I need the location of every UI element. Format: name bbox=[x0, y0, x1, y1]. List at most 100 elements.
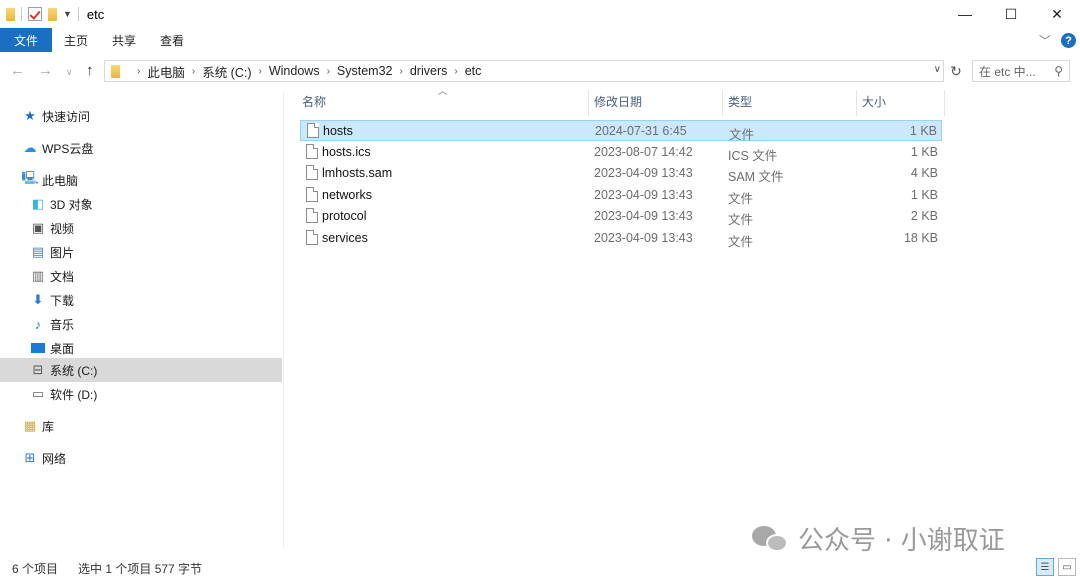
tab-home[interactable]: 主页 bbox=[52, 28, 100, 52]
chevron-right-icon: › bbox=[137, 65, 141, 77]
file-date: 2023-04-09 13:43 bbox=[594, 209, 693, 223]
up-arrow-icon[interactable]: ↑ bbox=[86, 62, 94, 79]
sidebar-item-label: 桌面 bbox=[50, 341, 75, 356]
sidebar-item-network[interactable]: ⊞ 网络 bbox=[0, 446, 282, 470]
properties-icon[interactable] bbox=[28, 7, 42, 21]
column-divider[interactable] bbox=[944, 90, 945, 116]
file-type: SAM 文件 bbox=[728, 170, 784, 184]
chevron-right-icon[interactable]: › bbox=[454, 66, 457, 77]
column-header-date[interactable]: 修改日期 bbox=[588, 88, 722, 114]
quick-access-toolbar: ▼ bbox=[0, 7, 79, 21]
breadcrumb: › 此电脑 › 系统 (C:) › Windows › System32 › d… bbox=[130, 62, 481, 81]
customize-toolbar-icon[interactable]: ▼ bbox=[63, 9, 72, 19]
table-row[interactable]: hosts 2024-07-31 6:45 文件 1 KB bbox=[300, 120, 942, 142]
column-header-type[interactable]: 类型 bbox=[722, 88, 856, 114]
table-row[interactable]: networks 2023-04-09 13:43 文件 1 KB bbox=[300, 185, 942, 206]
column-header-name[interactable]: 名称 bbox=[296, 88, 588, 114]
sidebar-item-quick-access[interactable]: ★ 快速访问 bbox=[0, 104, 282, 128]
file-size: 2 KB bbox=[910, 209, 938, 223]
chevron-right-icon[interactable]: › bbox=[259, 66, 262, 77]
download-icon: ⬇ bbox=[32, 292, 44, 307]
star-icon: ★ bbox=[24, 108, 36, 123]
cloud-icon: ☁ bbox=[23, 140, 37, 155]
wechat-icon bbox=[752, 524, 790, 554]
chevron-right-icon[interactable]: › bbox=[327, 66, 330, 77]
sidebar-item-label: 网络 bbox=[42, 451, 67, 466]
tab-view[interactable]: 查看 bbox=[148, 28, 196, 52]
sidebar-item-label: 3D 对象 bbox=[50, 197, 93, 212]
file-size: 1 KB bbox=[910, 188, 938, 202]
file-name: protocol bbox=[322, 209, 367, 223]
large-icons-view-icon[interactable]: ▭ bbox=[1058, 558, 1076, 576]
sidebar-item-documents[interactable]: ▥ 文档 bbox=[0, 264, 282, 288]
separator bbox=[21, 7, 22, 21]
chevron-right-icon[interactable]: › bbox=[192, 66, 195, 77]
sidebar-item-videos[interactable]: ▣ 视频 bbox=[0, 216, 282, 240]
details-view-icon[interactable]: ☰ bbox=[1036, 558, 1054, 576]
watermark-text: 公众号 · 小谢取证 bbox=[798, 526, 1005, 556]
sidebar-item-3d-objects[interactable]: ◧ 3D 对象 bbox=[0, 192, 282, 216]
status-bar: 6 个项目 选中 1 个项目 577 字节 ☰ ▭ bbox=[0, 556, 1080, 580]
sidebar-item-system-c[interactable]: ⊟ 系统 (C:) bbox=[0, 358, 282, 382]
breadcrumb-etc[interactable]: etc bbox=[465, 64, 482, 78]
ribbon-right: ﹀ ? bbox=[1039, 32, 1076, 49]
sidebar-item-wps-cloud[interactable]: ☁ WPS云盘 bbox=[0, 136, 282, 160]
table-row[interactable]: protocol 2023-04-09 13:43 文件 2 KB bbox=[300, 206, 942, 227]
table-row[interactable]: lmhosts.sam 2023-04-09 13:43 SAM 文件 4 KB bbox=[300, 163, 942, 184]
tab-file[interactable]: 文件 bbox=[0, 28, 52, 52]
chevron-right-icon[interactable]: › bbox=[400, 66, 403, 77]
recent-locations-icon[interactable]: ∨ bbox=[66, 67, 73, 78]
new-folder-icon[interactable] bbox=[48, 7, 57, 21]
help-icon[interactable]: ? bbox=[1061, 33, 1076, 48]
file-name: networks bbox=[322, 188, 373, 202]
file-type: 文件 bbox=[728, 235, 754, 249]
breadcrumb-windows[interactable]: Windows bbox=[269, 64, 320, 78]
table-row[interactable]: services 2023-04-09 13:43 文件 18 KB bbox=[300, 228, 942, 249]
sidebar-item-label: 库 bbox=[42, 419, 55, 434]
file-icon bbox=[306, 230, 318, 245]
network-icon: ⊞ bbox=[24, 450, 36, 465]
back-arrow-icon[interactable]: ← bbox=[10, 62, 25, 79]
expand-ribbon-icon[interactable]: ﹀ bbox=[1039, 32, 1051, 49]
file-date: 2023-04-09 13:43 bbox=[594, 188, 693, 202]
selection-info: 选中 1 个项目 577 字节 bbox=[78, 561, 203, 576]
address-row: ← → ∨ ↑ › 此电脑 › 系统 (C:) › Windows › Syst… bbox=[0, 56, 1080, 86]
file-name: hosts.ics bbox=[322, 145, 371, 159]
file-size: 18 KB bbox=[903, 231, 938, 245]
sidebar-item-pictures[interactable]: ▤ 图片 bbox=[0, 240, 282, 264]
table-row[interactable]: hosts.ics 2023-08-07 14:42 ICS 文件 1 KB bbox=[300, 142, 942, 163]
sidebar-item-libraries[interactable]: ▦ 库 bbox=[0, 414, 282, 438]
breadcrumb-this-pc[interactable]: 此电脑 bbox=[147, 62, 185, 81]
sidebar-item-desktop[interactable]: 桌面 bbox=[0, 336, 282, 360]
desktop-icon bbox=[30, 340, 46, 356]
close-button[interactable]: ✕ bbox=[1034, 0, 1080, 28]
chevron-down-icon[interactable]: ∨ bbox=[934, 64, 941, 75]
file-type: 文件 bbox=[729, 128, 755, 142]
sidebar-item-label: 文档 bbox=[50, 269, 75, 284]
drive-c-icon: ⊟ bbox=[32, 362, 44, 377]
breadcrumb-drivers[interactable]: drivers bbox=[410, 64, 448, 78]
search-input[interactable]: 在 etc 中... ⚲ bbox=[972, 60, 1070, 82]
file-name: services bbox=[322, 231, 368, 245]
sidebar-item-label: 此电脑 bbox=[42, 173, 79, 188]
file-date: 2024-07-31 6:45 bbox=[595, 124, 687, 138]
refresh-icon[interactable]: ↻ bbox=[946, 61, 966, 81]
sidebar-item-downloads[interactable]: ⬇ 下载 bbox=[0, 288, 282, 312]
sidebar-item-software-d[interactable]: ▭ 软件 (D:) bbox=[0, 382, 282, 406]
file-type: 文件 bbox=[728, 213, 754, 227]
sidebar-item-this-pc[interactable]: 🖳 此电脑 bbox=[0, 168, 282, 192]
column-header-size[interactable]: 大小 bbox=[856, 88, 944, 114]
file-size: 1 KB bbox=[910, 145, 938, 159]
address-bar[interactable]: › 此电脑 › 系统 (C:) › Windows › System32 › d… bbox=[104, 60, 944, 82]
forward-arrow-icon[interactable]: → bbox=[38, 62, 53, 79]
tab-share[interactable]: 共享 bbox=[100, 28, 148, 52]
maximize-button[interactable]: ☐ bbox=[988, 0, 1034, 28]
folder-icon[interactable] bbox=[6, 7, 15, 21]
sidebar-item-label: 软件 (D:) bbox=[50, 387, 98, 402]
breadcrumb-system32[interactable]: System32 bbox=[337, 64, 393, 78]
sidebar-item-music[interactable]: ♪ 音乐 bbox=[0, 312, 282, 336]
file-icon bbox=[306, 165, 318, 180]
minimize-button[interactable]: — bbox=[942, 0, 988, 28]
file-name: lmhosts.sam bbox=[322, 166, 393, 180]
breadcrumb-system-c[interactable]: 系统 (C:) bbox=[202, 62, 251, 81]
